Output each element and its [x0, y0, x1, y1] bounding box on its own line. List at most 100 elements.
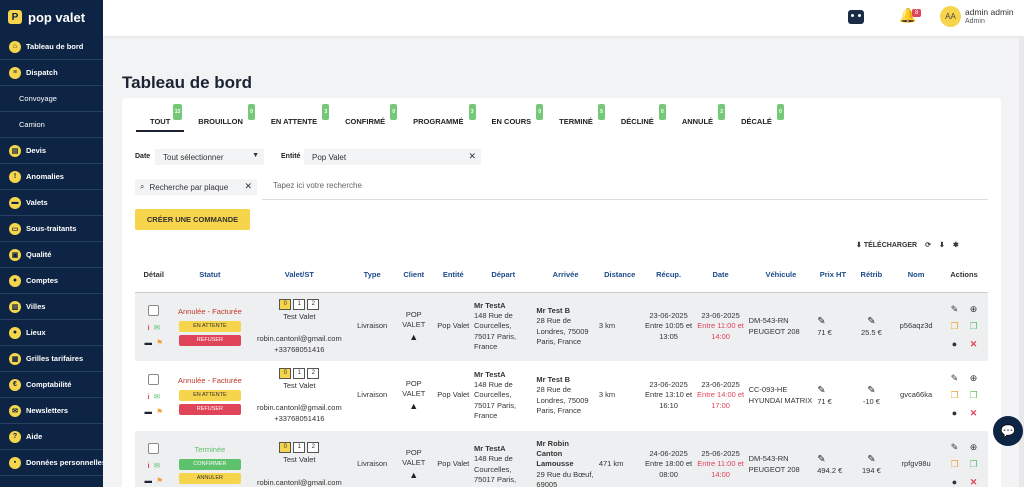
column-header[interactable]: Distance: [596, 258, 643, 293]
edit-price-icon[interactable]: ✎: [817, 384, 848, 398]
status-primary-button[interactable]: EN ATTENTE: [178, 389, 241, 401]
status-secondary-button[interactable]: REFUSER: [178, 334, 241, 346]
date-filter-select[interactable]: Tout sélectionner ▼: [155, 149, 264, 165]
duplicate-icon[interactable]: ❐: [967, 458, 981, 470]
column-header[interactable]: Date: [694, 258, 747, 293]
settings-icon[interactable]: ✱: [953, 241, 959, 249]
location-icon[interactable]: ●: [948, 407, 962, 419]
pager-step[interactable]: 2: [307, 368, 320, 380]
mail-icon[interactable]: ✉: [154, 461, 160, 470]
sidebar-item[interactable]: ▭ Sous-traitants: [0, 216, 103, 242]
table-row[interactable]: i ✉ ▬ ⚑ Terminée CONFIRMER ANNULER 0 1 2 Test V…: [135, 430, 988, 487]
search-mode-select[interactable]: ⌕ Recherche par plaque ✕: [135, 179, 257, 195]
sidebar-item[interactable]: ! Anomalies: [0, 164, 103, 190]
export-icon[interactable]: ⬇: [939, 241, 945, 249]
duplicate-icon[interactable]: ❐: [967, 389, 981, 401]
tab[interactable]: DÉCLINÉ 0: [607, 104, 668, 132]
info-icon[interactable]: i: [147, 461, 149, 470]
column-header[interactable]: Véhicule: [746, 258, 816, 293]
tab[interactable]: TOUT 13: [136, 104, 185, 132]
column-header[interactable]: Actions: [940, 258, 988, 293]
mail-icon[interactable]: ✉: [154, 392, 160, 401]
edit-icon[interactable]: ✎: [948, 372, 962, 384]
tab[interactable]: ANNULÉ 2: [668, 104, 727, 132]
chat-icon[interactable]: 💬: [993, 416, 1023, 446]
download-button[interactable]: ⬇ TÉLÉCHARGER: [856, 241, 917, 249]
column-header[interactable]: Entité: [434, 258, 472, 293]
column-header[interactable]: Détail: [135, 258, 173, 293]
column-header[interactable]: Prix HT: [815, 258, 851, 293]
pager-step[interactable]: 1: [293, 299, 306, 311]
sidebar-item[interactable]: ● Lieux: [0, 320, 103, 346]
status-secondary-button[interactable]: ANNULER: [178, 472, 241, 484]
mail-icon[interactable]: ✉: [154, 323, 160, 332]
edit-icon[interactable]: ✎: [948, 441, 962, 453]
flag-icon[interactable]: ⚑: [156, 338, 163, 347]
tab[interactable]: TERMINÉ 5: [545, 104, 607, 132]
info-icon[interactable]: i: [147, 323, 149, 332]
add-icon[interactable]: ⊕: [967, 441, 981, 453]
sidebar-item[interactable]: ● Comptes: [0, 268, 103, 294]
pager-step[interactable]: 0: [279, 299, 292, 311]
copy-icon[interactable]: ❐: [948, 389, 962, 401]
add-icon[interactable]: ⊕: [967, 372, 981, 384]
car-icon[interactable]: ▬: [145, 407, 153, 416]
user-name[interactable]: admin admin: [965, 7, 1014, 17]
robot-icon[interactable]: [848, 10, 864, 24]
tab[interactable]: EN ATTENTE 3: [257, 104, 331, 132]
pager-step[interactable]: 0: [279, 368, 292, 380]
add-icon[interactable]: ⊕: [967, 303, 981, 315]
sidebar-subitem[interactable]: Convoyage: [0, 86, 103, 112]
column-header[interactable]: Arrivée: [534, 258, 597, 293]
column-header[interactable]: Récup.: [642, 258, 695, 293]
table-row[interactable]: i ✉ ▬ ⚑ Annulée - Facturée EN ATTENTE REFUS…: [135, 361, 988, 431]
create-order-button[interactable]: CRÉER UNE COMMANDE: [135, 209, 250, 230]
sidebar-item[interactable]: ≡ Dispatch: [0, 60, 103, 86]
car-icon[interactable]: ▬: [145, 476, 153, 485]
tab[interactable]: PROGRAMMÉ 3: [399, 104, 477, 132]
pager-step[interactable]: 2: [307, 299, 320, 311]
column-header[interactable]: Nom: [892, 258, 941, 293]
pager-step[interactable]: 0: [279, 442, 292, 454]
sidebar-item[interactable]: ▬ Valets: [0, 190, 103, 216]
delete-icon[interactable]: ✕: [967, 338, 981, 350]
column-header[interactable]: Valet/ST: [247, 258, 352, 293]
status-secondary-button[interactable]: REFUSER: [178, 403, 241, 415]
edit-price-icon[interactable]: ✎: [817, 315, 848, 329]
sidebar-item[interactable]: ✉ Newsletters: [0, 398, 103, 424]
duplicate-icon[interactable]: ❐: [967, 320, 981, 332]
avatar[interactable]: AA: [940, 6, 961, 27]
sidebar-item[interactable]: ▪ Données personnelles: [0, 450, 103, 476]
tab[interactable]: EN COURS 0: [478, 104, 546, 132]
location-icon[interactable]: ●: [948, 338, 962, 350]
flag-icon[interactable]: ⚑: [156, 476, 163, 485]
column-header[interactable]: Statut: [172, 258, 248, 293]
sidebar-item[interactable]: ▤ Devis: [0, 138, 103, 164]
edit-price-icon[interactable]: ✎: [817, 453, 848, 467]
sidebar-item[interactable]: ⌂ Tableau de bord: [0, 34, 103, 60]
tab[interactable]: DÉCALÉ 0: [727, 104, 786, 132]
column-header[interactable]: Type: [351, 258, 393, 293]
delete-icon[interactable]: ✕: [967, 476, 981, 487]
pager-step[interactable]: 2: [307, 442, 320, 454]
sidebar-item[interactable]: ▦ Grilles tarifaires: [0, 346, 103, 372]
sidebar-item[interactable]: € Comptabilité: [0, 372, 103, 398]
row-checkbox[interactable]: [148, 305, 160, 317]
car-icon[interactable]: ▬: [145, 338, 153, 347]
status-primary-button[interactable]: CONFIRMER: [178, 458, 241, 470]
sidebar-item[interactable]: ▣ Qualité: [0, 242, 103, 268]
copy-icon[interactable]: ❐: [948, 458, 962, 470]
pager-step[interactable]: 1: [293, 368, 306, 380]
tab[interactable]: CONFIRMÉ 0: [331, 104, 399, 132]
copy-icon[interactable]: ❐: [948, 320, 962, 332]
delete-icon[interactable]: ✕: [967, 407, 981, 419]
table-row[interactable]: i ✉ ▬ ⚑ Annulée - Facturée EN ATTENTE REFUS…: [135, 292, 988, 362]
search-input[interactable]: Tapez ici votre recherche: [273, 181, 362, 190]
sidebar-item[interactable]: ? Aide: [0, 424, 103, 450]
status-primary-button[interactable]: EN ATTENTE: [178, 320, 241, 332]
entity-filter-select[interactable]: Pop Valet ✕: [304, 149, 481, 165]
tab[interactable]: BROUILLON 0: [184, 104, 257, 132]
column-header[interactable]: Départ: [472, 258, 535, 293]
page-scrollbar[interactable]: [1019, 36, 1024, 487]
edit-retribution-icon[interactable]: ✎: [853, 315, 891, 329]
